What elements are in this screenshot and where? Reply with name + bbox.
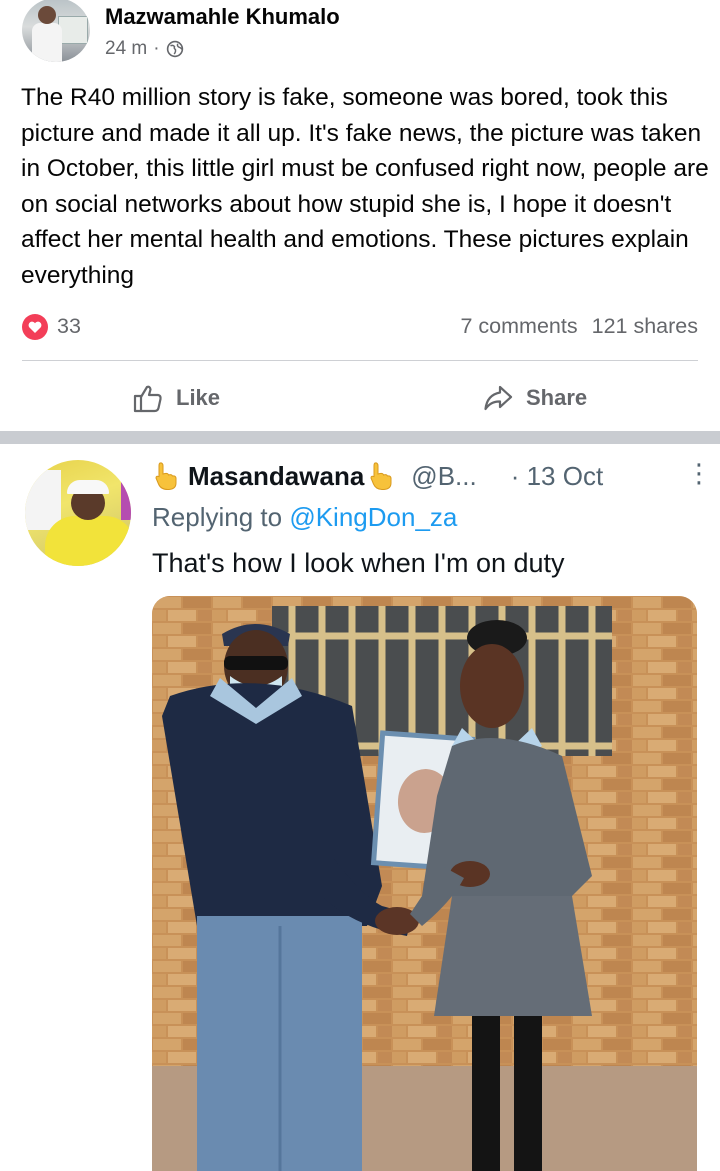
replying-to: Replying to @KingDon_za [152,502,457,533]
tweet-photo [152,596,697,1171]
share-label: Share [526,385,588,410]
thumbs-up-icon [133,385,162,413]
post-meta: 24 m · [105,38,184,60]
pointing-hand-icon [370,462,392,491]
tweet-text: That's how I look when I'm on duty [152,548,565,578]
author-name[interactable]: Mazwamahle Khumalo [105,4,340,30]
shares-count[interactable]: 121 shares [592,314,698,338]
divider [22,360,698,361]
tweet-handle: @B... [411,460,477,491]
heart-reaction-icon[interactable] [22,314,48,340]
post-time[interactable]: 24 m [105,38,147,60]
post-text: The R40 million story is fake, someone w… [21,84,709,289]
reply-mention: @KingDon_za [289,502,458,532]
tweet-author-name: Masandawana [188,460,365,491]
more-options-icon: ⋮ [686,458,712,488]
tweet-date: · 13 Oct [510,460,604,491]
post-stats: 33 7 comments 121 shares [22,312,698,342]
globe-icon[interactable] [166,40,184,58]
post-header: Mazwamahle Khumalo 24 m · [0,0,720,72]
share-button[interactable]: Share [482,378,587,418]
pointing-hand-icon [155,462,177,491]
meta-separator: · [153,38,160,59]
section-separator [0,431,720,444]
tweet-name-line: Masandawana @B... · 13 Oct ⋮ [152,458,712,494]
engagement-counts: 7 comments 121 shares [461,314,699,339]
comments-count[interactable]: 7 comments [461,314,578,338]
like-button[interactable]: Like [132,378,220,418]
replying-to-label: Replying to [152,502,290,532]
share-arrow-icon [484,385,513,411]
shared-tweet-image[interactable]: Masandawana @B... · 13 Oct ⋮ Replying to… [0,444,720,1171]
like-label: Like [176,385,221,410]
tweet-author-avatar [25,460,131,566]
author-avatar[interactable] [22,0,90,62]
reaction-count[interactable]: 33 [57,314,81,339]
photo-officer-and-student [152,596,697,1171]
